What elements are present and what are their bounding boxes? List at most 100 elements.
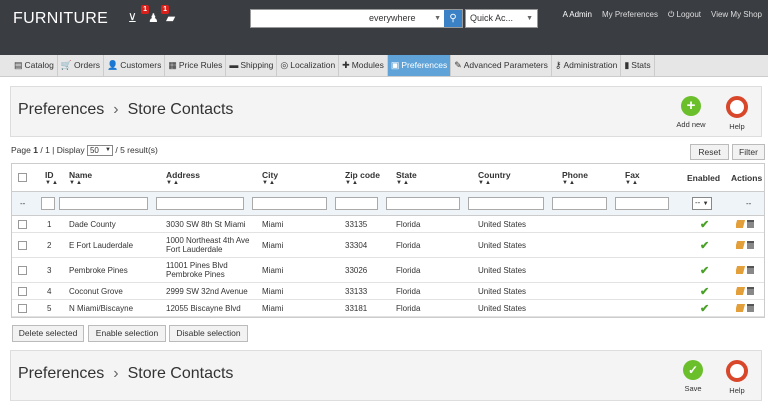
cell-state: Florida (396, 265, 421, 275)
filter-cell-state (386, 192, 464, 215)
sort-arrows-icon[interactable]: ▼▲ (45, 180, 59, 186)
search-input[interactable] (251, 10, 365, 27)
search-scope-select[interactable]: everywhere ▼ (365, 11, 444, 26)
user-name-link[interactable]: A Admin (563, 10, 592, 20)
filter-id-input[interactable] (41, 197, 55, 210)
disable-selection-button[interactable]: Disable selection (169, 325, 248, 342)
tab-shipping[interactable]: ▬ Shipping (226, 55, 278, 76)
delete-icon[interactable] (747, 287, 754, 295)
filter-button[interactable]: Filter (732, 144, 765, 160)
cell-actions (736, 258, 754, 282)
table-row[interactable]: 2 E Fort Lauderdale 1000 Northeast 4th Ave… (12, 233, 764, 258)
filter-name-input[interactable] (59, 197, 148, 210)
delete-icon[interactable] (747, 266, 754, 274)
customers-icon: ♟ (148, 11, 159, 25)
add-new-button[interactable]: + Add new (671, 96, 711, 129)
help-label: Help (729, 386, 745, 395)
messages-notification[interactable]: ▰ (166, 11, 182, 25)
new-customers-notification[interactable]: ♟ 1 (148, 5, 169, 25)
enabled-check-icon[interactable]: ✔ (700, 264, 709, 277)
sort-arrows-icon[interactable]: ▼▲ (625, 180, 639, 186)
delete-icon[interactable] (747, 304, 754, 312)
row-checkbox[interactable] (18, 219, 27, 229)
filter-phone-input[interactable] (552, 197, 607, 210)
cell-city: Miami (262, 303, 284, 313)
delete-selected-button[interactable]: Delete selected (12, 325, 84, 342)
address-line: 3030 SW 8th St Miami (166, 219, 246, 229)
sort-arrows-icon[interactable]: ▼▲ (166, 180, 180, 186)
filter-zip-input[interactable] (335, 197, 378, 210)
filter-state-input[interactable] (386, 197, 460, 210)
chevron-down-icon: ▼ (434, 15, 441, 22)
sort-arrows-icon[interactable]: ▼▲ (396, 180, 410, 186)
row-checkbox[interactable] (18, 303, 27, 313)
filter-country-input[interactable] (468, 197, 544, 210)
edit-icon[interactable] (736, 304, 746, 312)
sort-arrows-icon[interactable]: ▼▲ (478, 180, 492, 186)
enabled-check-icon[interactable]: ✔ (700, 302, 709, 315)
table-row[interactable]: 5 N Miami/Biscayne 12055 Biscayne Blvd Miam… (12, 300, 764, 317)
sort-arrows-icon[interactable]: ▼▲ (562, 180, 576, 186)
enabled-check-icon[interactable]: ✔ (700, 285, 709, 298)
tab-modules[interactable]: ✚ Modules (339, 55, 388, 76)
filter-address-input[interactable] (156, 197, 244, 210)
edit-icon[interactable] (736, 241, 746, 249)
enable-selection-button[interactable]: Enable selection (88, 325, 166, 342)
help-button-footer[interactable]: Help (717, 360, 757, 395)
tab-customers[interactable]: 👤 Customers (104, 55, 166, 76)
row-checkbox[interactable] (18, 240, 27, 250)
filter-enabled-select[interactable]: -- ▼ (692, 192, 712, 215)
pagination: Page 1 / 1 | Display 50 ▼ / 5 result(s) (11, 145, 158, 157)
edit-icon[interactable] (736, 287, 746, 295)
tab-label: Preferences (401, 60, 448, 70)
logout-link[interactable]: ⏻ Logout (668, 10, 701, 20)
column-label: Actions (731, 172, 763, 183)
table-row[interactable]: 3 Pembroke Pines 11001 Pines Blvd Pembroke … (12, 258, 764, 283)
tab-localization[interactable]: ◎ Localization (277, 55, 340, 76)
enabled-check-icon[interactable]: ✔ (700, 239, 709, 252)
cell-actions (736, 216, 754, 232)
filter-enabled-text: -- (695, 198, 701, 207)
search-button[interactable]: ⚲ (444, 10, 462, 27)
edit-icon[interactable] (736, 266, 746, 274)
view-shop-link[interactable]: View My Shop (711, 10, 762, 20)
row-checkbox[interactable] (18, 286, 27, 296)
breadcrumb-section[interactable]: Preferences (18, 101, 104, 118)
cell-id: 3 (47, 265, 52, 275)
tab-advanced-parameters[interactable]: ✎ Advanced Parameters (451, 55, 552, 76)
tab-price-rules[interactable]: ▦ Price Rules (165, 55, 227, 76)
delete-icon[interactable] (747, 241, 754, 249)
filter-fax-input[interactable] (615, 197, 669, 210)
quick-access-select[interactable]: Quick Ac... ▼ (465, 9, 538, 28)
tab-administration[interactable]: ⚷ Administration (552, 55, 622, 76)
cell-phone (562, 283, 625, 299)
row-checkbox[interactable] (18, 265, 27, 275)
new-orders-notification[interactable]: ⊻ 1 (128, 5, 149, 25)
delete-icon[interactable] (747, 220, 754, 228)
reset-button[interactable]: Reset (690, 144, 729, 160)
sort-arrows-icon[interactable]: ▼▲ (262, 180, 276, 186)
cell-phone (562, 300, 625, 316)
tab-preferences[interactable]: ▣ Preferences (387, 55, 452, 76)
shop-brand[interactable]: FURNITURE (13, 10, 108, 28)
filter-city-input[interactable] (252, 197, 327, 210)
tab-orders[interactable]: 🛒 Orders (58, 55, 105, 76)
cell-name: Coconut Grove (69, 286, 123, 296)
enabled-check-icon[interactable]: ✔ (700, 218, 709, 231)
breadcrumb-section[interactable]: Preferences (18, 365, 104, 382)
table-row[interactable]: 1 Dade County 3030 SW 8th St Miami Miami 331… (12, 216, 764, 233)
my-preferences-link[interactable]: My Preferences (602, 10, 658, 20)
cell-enabled: ✔ (700, 283, 709, 299)
sort-arrows-icon[interactable]: ▼▲ (345, 180, 359, 186)
per-page-select[interactable]: 50 ▼ (86, 145, 113, 157)
tab-catalog[interactable]: ▤ Catalog (11, 55, 58, 76)
save-button[interactable]: ✓ Save (673, 360, 713, 393)
help-button[interactable]: Help (717, 96, 757, 131)
breadcrumb-footer: Preferences › Store Contacts (18, 365, 233, 383)
select-all-checkbox[interactable] (18, 173, 27, 182)
table-header-row: ID ▼▲ Name ▼▲ Address ▼▲ City ▼▲ Zip code ▼▲ State… (12, 164, 764, 192)
table-row[interactable]: 4 Coconut Grove 2999 SW 32nd Avenue Miami 33… (12, 283, 764, 300)
sort-arrows-icon[interactable]: ▼▲ (69, 180, 83, 186)
edit-icon[interactable] (736, 220, 746, 228)
tab-stats[interactable]: ▮ Stats (621, 55, 655, 76)
